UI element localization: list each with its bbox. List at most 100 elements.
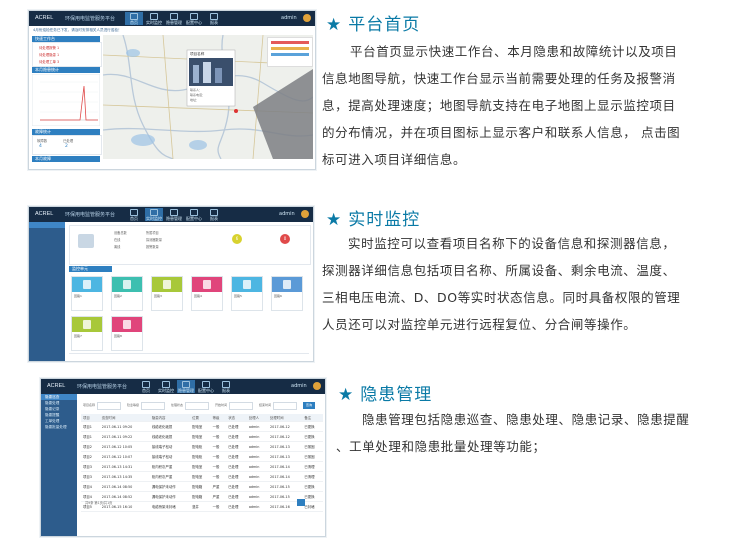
notice-text: 4月份巡检任务已下发，请及时安排相关人员进行巡检！	[33, 28, 122, 32]
star-icon: ★	[326, 15, 343, 35]
table-row[interactable]: 项目3 2017-06-13 14:31 柜内积灰严重 配电室 一般 已处理 admin 20…	[81, 461, 323, 472]
card-label: 回路8	[114, 334, 122, 338]
table-row[interactable]: 项目4 2017-06-14 08:52 漏电保护未动作 配电箱 严重 已处理 admin 2…	[81, 491, 323, 502]
filter-input[interactable]	[229, 402, 253, 410]
monitor-card[interactable]: 回路1	[71, 276, 103, 311]
nav-home[interactable]: 首页	[125, 208, 143, 221]
card-color-bar	[152, 277, 182, 292]
nav-home[interactable]: 首页	[137, 380, 155, 393]
pagination-button[interactable]	[297, 499, 305, 506]
star-icon: ★	[326, 210, 343, 230]
user-avatar[interactable]	[313, 382, 321, 390]
online-badge: 6	[232, 234, 242, 244]
card-label: 回路2	[114, 294, 122, 298]
filter-input[interactable]	[273, 402, 297, 410]
table-header[interactable]: 项目	[81, 414, 100, 422]
month-fault-title: 本月故障	[32, 156, 100, 162]
search-button[interactable]: 查询	[303, 402, 315, 409]
nav-config[interactable]: 配置中心	[185, 12, 203, 25]
nav-report[interactable]: 报表	[205, 12, 223, 25]
monitor-card[interactable]: 回路7	[71, 316, 103, 351]
table-cell: 已紧固	[302, 451, 323, 462]
nav-config[interactable]: 配置中心	[185, 208, 203, 221]
app-logo: ACREL	[35, 15, 54, 21]
filter-input[interactable]	[141, 402, 165, 410]
table-row[interactable]: 项目3 2017-06-13 14:35 柜内积灰严重 配电室 一般 已处理 admin 20…	[81, 471, 323, 482]
detector-icon	[203, 280, 211, 289]
nav-config[interactable]: 配置中心	[197, 380, 215, 393]
table-header[interactable]: 等级	[210, 414, 227, 422]
table-row[interactable]: 项目1 2017-06-11 09:22 线缆老化破损 配电室 一般 已处理 admin 20…	[81, 431, 323, 442]
nav-hazard[interactable]: 隐患管理	[165, 208, 183, 221]
user-name[interactable]: admin	[281, 15, 297, 21]
nav-monitor[interactable]: 实时监控	[145, 12, 163, 25]
hazard-chart-title: 本月隐患统计	[32, 67, 100, 73]
desc-line: 实时监控可以查看项目名称下的设备信息和探测器信息，	[348, 236, 676, 251]
hazard-sidebar: 隐患巡查 隐患处理 隐患记录 隐患提醒 工单处理 隐患批量处理	[41, 394, 77, 536]
filter-input[interactable]	[97, 402, 121, 410]
summary-label: 在线	[114, 238, 121, 242]
todo-item[interactable]: 待处理工单 3	[39, 59, 59, 64]
device-icon	[78, 234, 94, 248]
monitor-group-title: 监控单元	[69, 266, 112, 272]
monitor-card[interactable]: 回路5	[231, 276, 263, 311]
table-header[interactable]: 巡查时间	[99, 414, 150, 422]
todo-item[interactable]: 待处理报警 1	[39, 45, 59, 50]
table-header[interactable]: 隐患内容	[149, 414, 191, 422]
table-cell: 已处理	[226, 471, 247, 482]
table-header[interactable]: 位置	[190, 414, 211, 422]
monitor-card[interactable]: 回路2	[111, 276, 143, 311]
table-cell: 已处理	[226, 481, 247, 492]
monitor-card[interactable]: 回路6	[271, 276, 303, 311]
table-row[interactable]: 项目2 2017-06-12 10:05 接线端子松动 配电柜 一般 已处理 admin 20…	[81, 441, 323, 452]
table-header[interactable]: 状态	[226, 414, 247, 422]
nav-report[interactable]: 报表	[217, 380, 235, 393]
table-cell: 已更换	[302, 431, 323, 442]
table-header[interactable]: 处理时间	[268, 414, 303, 422]
table-header[interactable]: 备注	[302, 414, 323, 422]
monitor-tree[interactable]	[29, 222, 65, 361]
table-cell: admin	[246, 481, 269, 492]
table-cell: 2017-06-14	[268, 471, 303, 482]
summary-label: 报警数量	[146, 245, 159, 249]
desc-line: 、工单处理和隐患批量处理等功能；	[336, 439, 546, 454]
user-avatar[interactable]	[303, 14, 311, 22]
user-avatar[interactable]	[301, 210, 309, 218]
nav-hazard[interactable]: 隐患管理	[165, 12, 183, 25]
nav-home[interactable]: 首页	[125, 12, 143, 25]
filter-input[interactable]	[185, 402, 209, 410]
nav-report[interactable]: 报表	[205, 208, 223, 221]
nav-monitor[interactable]: 实时监控	[145, 208, 163, 221]
monitor-card[interactable]: 回路3	[151, 276, 183, 311]
fault-label: 已处理	[63, 139, 74, 143]
table-cell: 项目1	[81, 431, 100, 442]
table-cell: 项目3	[81, 461, 100, 472]
nav-hazard[interactable]: 隐患管理	[177, 380, 195, 393]
table-row[interactable]: 项目4 2017-06-14 08:50 漏电保护未动作 配电箱 严重 已处理 admin 2…	[81, 481, 323, 492]
monitor-card[interactable]: 回路4	[191, 276, 223, 311]
fault-label: 故障数	[37, 139, 48, 143]
todo-item[interactable]: 待处理隐患 1	[39, 52, 59, 57]
fault-value: 4	[39, 144, 42, 149]
map-popup-line: 联系人：	[190, 88, 203, 92]
monitor-card[interactable]: 回路8	[111, 316, 143, 351]
fault-value: 2	[65, 144, 68, 149]
section-desc-home: 平台首页显示快速工作台、本月隐患和故障统计以及项目 信息地图导航，快速工作台显示…	[322, 38, 748, 173]
table-cell: 漏电保护未动作	[149, 491, 191, 502]
table-cell: 已紧固	[302, 441, 323, 452]
device-summary: 设备总数 在线 离线 所属项目 探测器数量 报警数量 6 0	[69, 225, 311, 265]
sidebar-item-batch[interactable]: 隐患批量处理	[41, 424, 77, 430]
table-row[interactable]: 项目1 2017-06-11 09:20 线缆老化破损 配电室 一般 已处理 admin 20…	[81, 421, 323, 432]
table-row[interactable]: 项目2 2017-06-12 10:07 接线端子松动 配电柜 一般 已处理 admin 20…	[81, 451, 323, 462]
table-cell: 接线端子松动	[149, 441, 191, 452]
user-name[interactable]: admin	[291, 383, 307, 389]
nav-monitor[interactable]: 实时监控	[157, 380, 175, 393]
card-label: 回路6	[274, 294, 282, 298]
user-name[interactable]: admin	[279, 211, 295, 217]
detector-icon	[163, 280, 171, 289]
filter-label: 开始时间	[215, 403, 228, 407]
section-title-home: ★ 平台首页	[326, 15, 421, 35]
table-row[interactable]: 项目5 2017-06-15 16:10 电缆桥架未封堵 竖井 一般 已处理 admin 20…	[81, 501, 323, 512]
table-header[interactable]: 处理人	[246, 414, 269, 422]
section-desc-hazard: 隐患管理包括隐患巡查、隐患处理、隐患记录、隐患提醒 、工单处理和隐患批量处理等功…	[336, 406, 748, 460]
